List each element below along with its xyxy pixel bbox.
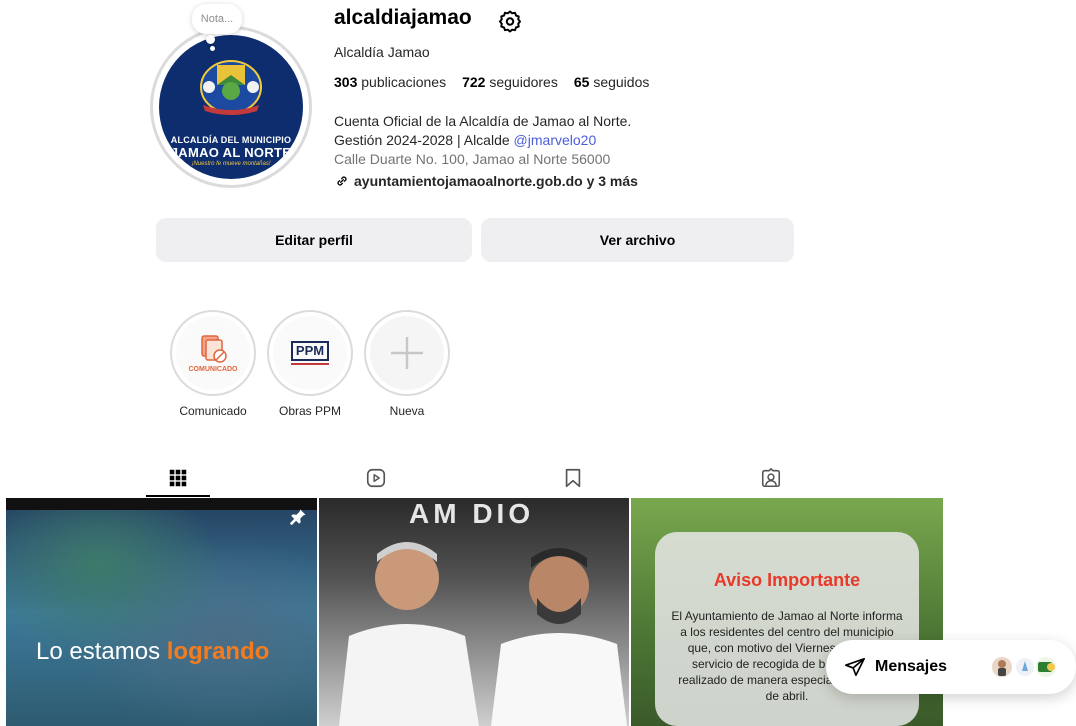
ppm-logo: PPM [290,341,330,361]
posts-label: publicaciones [361,74,447,90]
pin-icon [290,509,306,525]
bio-line-1: Cuenta Oficial de la Alcaldía de Jamao a… [334,113,632,129]
ppm-logo-underline [291,363,329,365]
tab-tagged[interactable] [739,460,803,496]
note-bubble-tail-small [210,46,215,51]
post-thumbnail-2[interactable]: AM DIO [319,498,629,726]
avatar-text-line1: ALCALDÍA DEL MUNICIPIO [170,135,292,145]
avatar-image: ALCALDÍA DEL MUNICIPIO JAMAO AL NORTE ¡N… [159,35,303,179]
settings-gear-icon[interactable] [498,9,522,33]
post-headline-accent: logrando [166,638,270,665]
aerial-photo [6,498,317,726]
profile-stats: 303 publicaciones 722 seguidores 65 segu… [334,74,649,90]
highlight-obras-ppm[interactable]: PPM Obras PPM [267,310,353,418]
following-stat[interactable]: 65 seguidos [574,74,650,90]
highlight-new[interactable]: Nueva [364,310,450,418]
document-icon [201,334,227,363]
post-thumbnail-1[interactable]: Lo estamos logrando [6,498,317,726]
post-headline: Lo estamos logrando [36,638,269,666]
post-headline-text: Lo estamos [36,638,167,665]
avatar-text-line2: JAMAO AL NORTE [170,145,292,160]
plus-icon [391,337,423,369]
profile-avatar[interactable]: ALCALDÍA DEL MUNICIPIO JAMAO AL NORTE ¡N… [150,26,312,188]
following-label: seguidos [593,74,650,90]
send-icon [845,657,865,677]
highlight-ring: COMUNICADO [170,310,256,396]
highlight-comunicado[interactable]: COMUNICADO Comunicado [170,310,256,418]
tab-reels[interactable] [344,460,408,496]
profile-username: alcaldiajamao [334,6,472,29]
highlight-cover: PPM [273,316,347,390]
reels-icon [366,468,386,488]
municipal-seal-icon [200,60,262,115]
followers-count: 722 [462,74,486,90]
notice-card: Aviso Importante El Ayuntamiento de Jama… [655,532,919,726]
profile-link[interactable]: ayuntamientojamaoalnorte.gob.do y 3 más [334,173,638,189]
profile-link-text: ayuntamientojamaoalnorte.gob.do y 3 más [354,173,638,189]
edit-profile-button[interactable]: Editar perfil [156,218,472,262]
comunicado-badge-text: COMUNICADO [188,365,238,373]
notice-title: Aviso Importante [713,570,861,590]
note-bubble-tail [206,35,215,44]
person-figure-right [491,548,627,726]
followers-label: seguidores [489,74,558,90]
highlight-cover [370,316,444,390]
profile-full-name: Alcaldía Jamao [334,44,430,60]
bio-mention-link[interactable]: @jmarvelo20 [514,132,597,148]
bookmark-icon [565,468,581,488]
messages-button[interactable]: Mensajes [826,640,1076,694]
profile-bio: Cuenta Oficial de la Alcaldía de Jamao a… [334,112,631,150]
following-count: 65 [573,74,590,90]
followers-stat[interactable]: 722 seguidores [462,74,558,90]
posts-stat: 303 publicaciones [334,74,446,90]
person-figure-left [339,542,479,726]
bio-line-2: Gestión 2024-2028 | Alcalde @jmarvelo20 [334,131,631,150]
highlight-ring [364,310,450,396]
highlight-label: Comunicado [179,404,247,418]
profile-address[interactable]: Calle Duarte No. 100, Jamao al Norte 560… [334,151,610,167]
link-icon [337,176,347,186]
view-archive-button[interactable]: Ver archivo [481,218,794,262]
grid-icon [169,469,187,486]
bio-line-2-text: Gestión 2024-2028 | Alcalde [334,132,514,148]
avatar-text-line3: ¡Nuestro fe mueve montañas! [191,161,271,167]
post-top-bar [6,498,317,510]
recent-chat-avatars [992,657,1056,677]
posts-count: 303 [334,74,358,90]
tab-posts[interactable] [146,460,210,497]
note-bubble[interactable]: Nota... [192,4,242,34]
highlight-cover: COMUNICADO [176,316,250,390]
highlight-label: Nueva [389,404,425,418]
messages-label: Mensajes [875,658,948,675]
tab-saved[interactable] [541,460,605,496]
highlight-label: Obras PPM [278,404,341,418]
highlight-ring: PPM [267,310,353,396]
tagged-person-icon [761,468,781,488]
